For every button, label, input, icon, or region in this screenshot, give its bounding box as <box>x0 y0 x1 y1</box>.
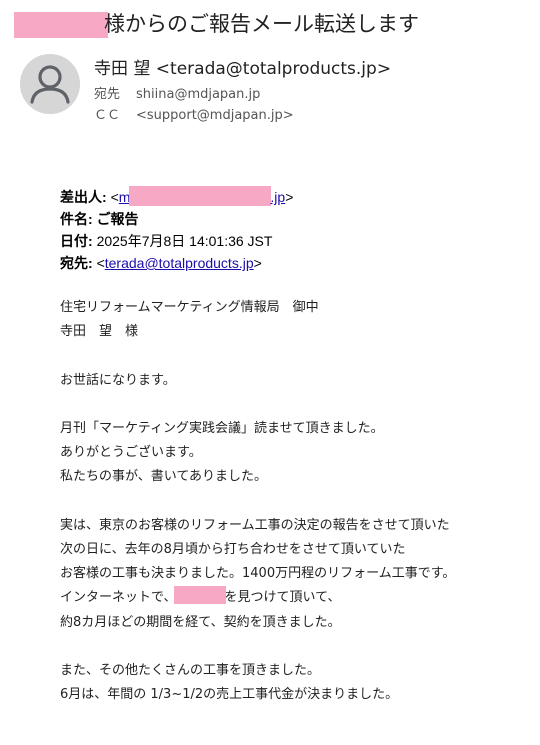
body-line: お世話になります。 <box>60 372 176 388</box>
person-icon <box>20 54 80 114</box>
redaction-block <box>14 12 108 38</box>
forwarded-subject-label: 件名: <box>60 211 93 227</box>
redaction-block <box>174 586 227 605</box>
body-line: インターネットで、 を見つけて頂いて、 <box>60 586 530 610</box>
to-address[interactable]: shiina@mdjapan.jp <box>136 87 260 102</box>
subject-text: 様からのご報告メール転送します <box>104 12 419 36</box>
body-line: 次の日に、去年の8月頃から打ち合わせをさせて頂いていた <box>60 541 406 557</box>
to-label: 宛先 <box>94 87 121 102</box>
forwarded-from-row: 差出人: <m .jp> <box>60 186 293 208</box>
forwarded-date-value: 2025年7月8日 14:01:36 JST <box>96 233 273 249</box>
body-line: 寺田 望 様 <box>60 324 139 340</box>
redaction-block <box>129 186 272 206</box>
forwarded-subject-value: ご報告 <box>96 211 139 227</box>
body-line: 住宅リフォームマーケティング情報局 御中 <box>60 300 319 315</box>
body-line: 6月は、年間の 1/3~1/2の売上工事代金が決まりました。 <box>60 687 399 703</box>
cc-address[interactable]: <support@mdjapan.jp> <box>136 108 294 123</box>
email-body: 住宅リフォームマーケティング情報局 御中 寺田 望 様 お世話になります。 月刊… <box>60 296 530 707</box>
sender-line[interactable]: 寺田 望 <terada@totalproducts.jp> <box>94 58 391 80</box>
forwarded-to-row: 宛先: <terada@totalproducts.jp> <box>60 255 262 271</box>
email-subject: 様からのご報告メール転送します <box>14 10 534 38</box>
cc-row: ＣＣ <support@mdjapan.jp> <box>94 107 294 125</box>
forwarded-subject-row: 件名: ご報告 <box>60 208 293 230</box>
forwarded-to-label: 宛先: <box>60 255 93 271</box>
recipient-row: 宛先 shiina@mdjapan.jp <box>94 86 260 104</box>
cc-label: ＣＣ <box>94 108 121 123</box>
body-line: また、その他たくさんの工事を頂きました。 <box>60 662 321 678</box>
forwarded-from-link[interactable]: m .jp <box>119 186 285 206</box>
forwarded-date-row: 日付: 2025年7月8日 14:01:36 JST <box>60 230 293 252</box>
body-line: 私たちの事が、書いてありました。 <box>60 469 267 485</box>
body-line: 実は、東京のお客様のリフォーム工事の決定の報告をさせて頂いた <box>60 517 450 533</box>
forwarded-from-label: 差出人: <box>60 189 107 205</box>
forwarded-date-label: 日付: <box>60 233 93 249</box>
body-line: お客様の工事も決まりました。1400万円程のリフォーム工事です。 <box>60 566 456 582</box>
body-line: 月刊「マーケティング実践会議」読ませて頂きました。 <box>60 420 384 436</box>
body-line: 約8カ月ほどの期間を経て、契約を頂きました。 <box>60 614 341 630</box>
forwarded-to-link[interactable]: terada@totalproducts.jp <box>105 255 254 271</box>
forwarded-header: 差出人: <m .jp> 件名: ご報告 日付: 2025年7月8日 14:01:… <box>60 186 293 274</box>
body-line: ありがとうございます。 <box>60 445 202 461</box>
sender-avatar[interactable] <box>20 54 80 114</box>
